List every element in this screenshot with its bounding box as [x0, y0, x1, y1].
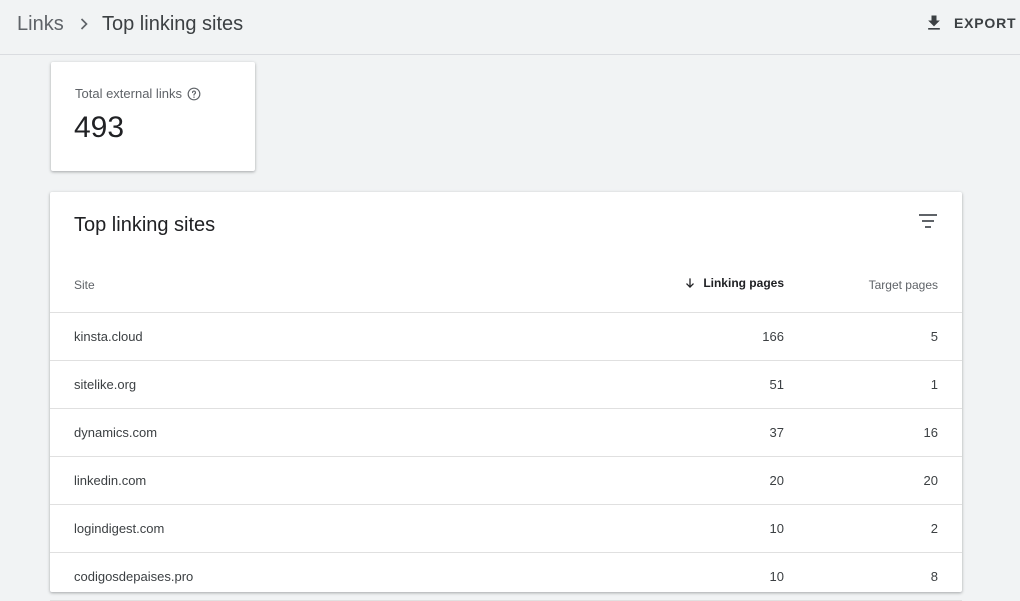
cell-site: codigosdepaises.pro [74, 569, 194, 584]
summary-label: Total external links [75, 86, 182, 101]
cell-site: logindigest.com [74, 521, 165, 536]
chevron-right-icon [80, 18, 88, 30]
arrow-down-icon [686, 278, 695, 288]
cell-linking-pages: 10 [769, 521, 784, 536]
table-header: Site Linking pages Target pages [50, 262, 962, 313]
table-row[interactable]: kinsta.cloud 166 5 [50, 313, 962, 361]
cell-site: dynamics.com [74, 425, 158, 440]
cell-linking-pages: 166 [762, 329, 784, 344]
cell-linking-pages: 51 [769, 377, 784, 392]
table-row[interactable]: logindigest.com 10 2 [50, 505, 962, 553]
table-row[interactable]: dynamics.com 37 16 [50, 409, 962, 457]
column-header-linking-pages-label: Linking pages [703, 276, 784, 290]
table-row[interactable]: sitelike.org 51 1 [50, 361, 962, 409]
total-external-links-card: Total external links 493 [51, 62, 255, 171]
cell-linking-pages: 20 [769, 473, 784, 488]
cell-target-pages: 1 [930, 377, 938, 392]
table-body: kinsta.cloud 166 5 sitelike.org 51 1 dyn… [50, 313, 962, 601]
column-header-target-pages[interactable]: Target pages [869, 278, 938, 292]
table-row[interactable]: codigosdepaises.pro 10 8 [50, 553, 962, 601]
page-header: Links Top linking sites EXPORT [0, 0, 1020, 55]
download-icon [928, 15, 940, 30]
page-title: Top linking sites [102, 13, 244, 35]
cell-target-pages: 5 [930, 329, 938, 344]
cell-target-pages: 20 [923, 473, 938, 488]
cell-site: sitelike.org [74, 377, 137, 392]
cell-site: kinsta.cloud [74, 329, 143, 344]
table-row[interactable]: linkedin.com 20 20 [50, 457, 962, 505]
cell-target-pages: 16 [923, 425, 938, 440]
cell-linking-pages: 10 [769, 569, 784, 584]
cell-linking-pages: 37 [769, 425, 784, 440]
column-header-site[interactable]: Site [74, 278, 95, 292]
summary-label-row: Total external links [75, 86, 201, 101]
table-title: Top linking sites [74, 214, 216, 236]
top-linking-sites-card: Top linking sites Site Linking pages Tar… [50, 192, 962, 601]
export-label: EXPORT [954, 15, 1017, 31]
column-header-linking-pages[interactable]: Linking pages [683, 276, 784, 290]
summary-value: 493 [74, 111, 125, 144]
cell-target-pages: 2 [930, 521, 938, 536]
breadcrumb-links[interactable]: Links [17, 12, 64, 36]
cell-site: linkedin.com [74, 473, 147, 488]
filter-list-icon[interactable] [915, 210, 941, 232]
help-circle-icon[interactable] [187, 87, 201, 101]
cell-target-pages: 8 [930, 569, 938, 584]
export-button[interactable]: EXPORT [918, 8, 1020, 38]
